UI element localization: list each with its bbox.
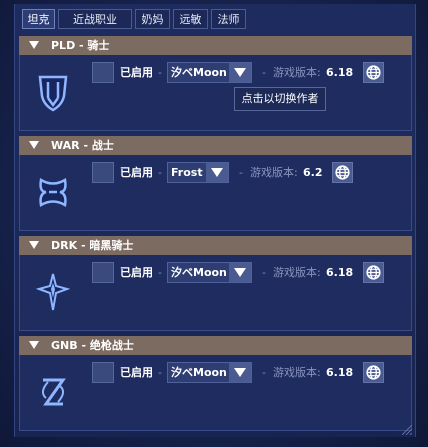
game-version-value: 6.18 bbox=[326, 266, 354, 279]
collapse-triangle-icon bbox=[29, 241, 39, 249]
game-version-label: 游戏版本: bbox=[273, 266, 321, 279]
globe-button[interactable] bbox=[363, 62, 384, 83]
game-version-value: 6.2 bbox=[303, 166, 323, 179]
enabled-label: 已启用 bbox=[120, 166, 153, 179]
game-version-value: 6.18 bbox=[326, 366, 354, 379]
enable-checkbox[interactable] bbox=[92, 62, 114, 83]
collapse-triangle-icon bbox=[29, 41, 39, 49]
separator-dash: - bbox=[158, 266, 162, 279]
chevron-down-icon bbox=[206, 163, 228, 182]
author-value: 汐ベMoon bbox=[171, 366, 227, 379]
globe-icon bbox=[366, 365, 381, 380]
resize-grip-icon[interactable] bbox=[402, 425, 412, 435]
author-dropdown[interactable]: 汐ベMoon bbox=[167, 62, 252, 83]
enabled-label: 已启用 bbox=[120, 66, 153, 79]
collapse-triangle-icon bbox=[29, 141, 39, 149]
globe-button[interactable] bbox=[363, 362, 384, 383]
section-body-drk: 已启用 - 汐ベMoon - 游戏版本: 6.18 bbox=[19, 255, 412, 331]
tab-healer[interactable]: 奶妈 bbox=[135, 9, 170, 29]
author-dropdown[interactable]: 汐ベMoon bbox=[167, 262, 252, 283]
author-value: 汐ベMoon bbox=[171, 266, 227, 279]
section-header-gnb[interactable]: GNB - 绝枪战士 bbox=[19, 336, 412, 355]
tab-tank[interactable]: 坦克 bbox=[22, 9, 55, 29]
gunbreaker-blade-icon bbox=[42, 378, 66, 406]
section-body-gnb: 已启用 - 汐ベMoon - 游戏版本: 6.18 bbox=[19, 355, 412, 431]
section-header-war[interactable]: WAR - 战士 bbox=[19, 136, 412, 155]
globe-button[interactable] bbox=[363, 262, 384, 283]
section-title: DRK - 暗黑骑士 bbox=[51, 239, 134, 252]
enabled-label: 已启用 bbox=[120, 366, 153, 379]
enable-checkbox[interactable] bbox=[92, 162, 114, 183]
warrior-axe-icon bbox=[39, 178, 67, 207]
tab-caster[interactable]: 法师 bbox=[211, 9, 246, 29]
separator-dash: - bbox=[158, 166, 162, 179]
globe-icon bbox=[335, 165, 350, 180]
separator-dash: - bbox=[239, 166, 243, 179]
section-body-war: 已启用 - Frost - 游戏版本: 6.2 bbox=[19, 155, 412, 231]
separator-dash: - bbox=[262, 66, 266, 79]
section-title: PLD - 骑士 bbox=[51, 39, 110, 52]
separator-dash: - bbox=[158, 366, 162, 379]
chevron-down-icon bbox=[229, 263, 251, 282]
game-version-value: 6.18 bbox=[326, 66, 354, 79]
author-tooltip: 点击以切换作者 bbox=[234, 87, 326, 111]
darkknight-star-icon bbox=[36, 273, 70, 311]
game-version-label: 游戏版本: bbox=[250, 166, 298, 179]
tab-ranged[interactable]: 远敏 bbox=[173, 9, 208, 29]
globe-button[interactable] bbox=[332, 162, 353, 183]
author-value: 汐ベMoon bbox=[171, 66, 227, 79]
chevron-down-icon bbox=[229, 63, 251, 82]
section-body-pld: 已启用 - 汐ベMoon - 游戏版本: 6.18 bbox=[19, 55, 412, 131]
author-dropdown[interactable]: 汐ベMoon bbox=[167, 362, 252, 383]
enable-checkbox[interactable] bbox=[92, 262, 114, 283]
separator-dash: - bbox=[158, 66, 162, 79]
globe-icon bbox=[366, 65, 381, 80]
chevron-down-icon bbox=[229, 363, 251, 382]
author-value: Frost bbox=[171, 166, 203, 179]
section-header-pld[interactable]: PLD - 骑士 bbox=[19, 36, 412, 55]
enabled-label: 已启用 bbox=[120, 266, 153, 279]
enable-checkbox[interactable] bbox=[92, 362, 114, 383]
game-version-label: 游戏版本: bbox=[273, 66, 321, 79]
paladin-shield-icon bbox=[38, 75, 68, 112]
collapse-triangle-icon bbox=[29, 341, 39, 349]
author-dropdown[interactable]: Frost bbox=[167, 162, 229, 183]
game-version-label: 游戏版本: bbox=[273, 366, 321, 379]
separator-dash: - bbox=[262, 366, 266, 379]
section-title: WAR - 战士 bbox=[51, 139, 114, 152]
globe-icon bbox=[366, 265, 381, 280]
section-title: GNB - 绝枪战士 bbox=[51, 339, 134, 352]
tab-melee[interactable]: 近战职业 bbox=[58, 9, 132, 29]
separator-dash: - bbox=[262, 266, 266, 279]
section-header-drk[interactable]: DRK - 暗黑骑士 bbox=[19, 236, 412, 255]
